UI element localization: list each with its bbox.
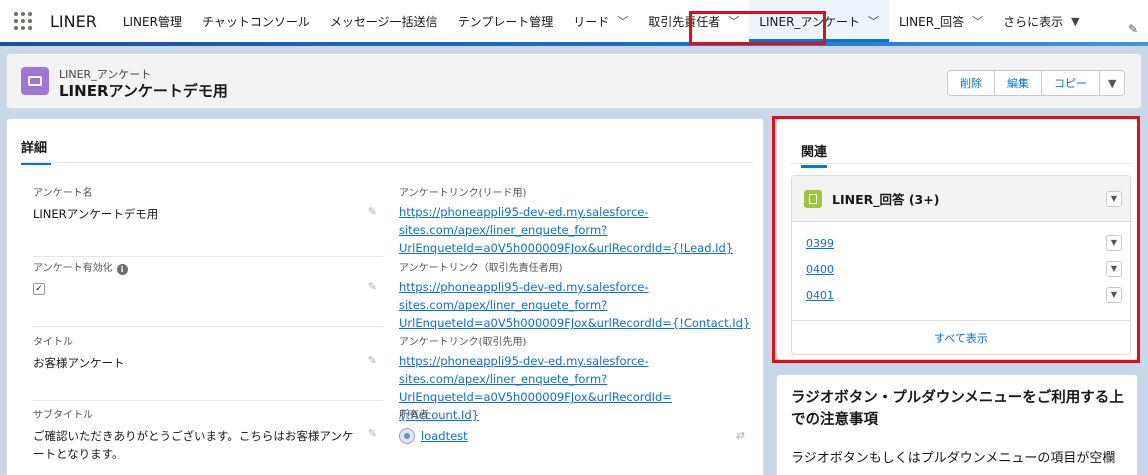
field-survey-name: アンケート名 LINERアンケートデモ用 ✎ [33, 187, 383, 257]
copy-button[interactable]: コピー [1042, 71, 1100, 95]
link-line: https://phoneappli95-dev-ed.my.salesforc… [399, 280, 649, 294]
delete-button[interactable]: 削除 [948, 71, 995, 95]
nav-item-label: テンプレート管理 [457, 14, 554, 29]
nav-item-liner-answer[interactable]: LINER_回答 ﹀ [889, 0, 993, 42]
link-line: sites.com/apex/liner_enquete_form? [399, 298, 608, 312]
link-line: sites.com/apex/liner_enquete_form? [399, 372, 608, 386]
link-line: UrlEnqueteId=a0V5h000009FJox&urlRecordId… [399, 241, 734, 255]
field-divider [33, 400, 383, 401]
record-actions: 削除 編集 コピー ▼ [947, 70, 1126, 96]
global-nav: LINER LINER管理 チャットコンソール メッセージ一括送信 テンプレート… [0, 0, 1148, 42]
edit-nav-pencil-icon[interactable]: ✎ [1128, 22, 1138, 36]
field-survey-enabled: アンケート有効化 i ✓ ✎ [33, 262, 383, 327]
app-launcher-icon[interactable] [14, 10, 36, 32]
tab-divider [21, 162, 753, 163]
nav-item-liner-admin[interactable]: LINER管理 [113, 0, 192, 42]
nav-item-label: LINER管理 [122, 14, 182, 29]
enabled-checkbox: ✓ [33, 283, 45, 295]
link-line: sites.com/apex/liner_enquete_form? [399, 223, 608, 237]
edit-button[interactable]: 編集 [995, 71, 1042, 95]
nav-item-label: さらに表示 [1003, 14, 1064, 29]
survey-link-contact[interactable]: https://phoneappli95-dev-ed.my.salesforc… [399, 278, 751, 332]
field-value: お客様アンケート [33, 356, 125, 370]
field-divider [33, 256, 383, 257]
nav-accent-bar [0, 42, 1148, 46]
edit-pencil-icon[interactable]: ✎ [368, 427, 377, 440]
field-value: ご確認いただきありがとうございます。こちらはお客様アンケートとなります。 [33, 429, 354, 461]
field-survey-link-contact: アンケートリンク（取引先責任者用) https://phoneappli95-d… [399, 262, 751, 332]
change-owner-icon[interactable]: ⇄ [736, 429, 745, 442]
record-header: LINER_アンケート LINERアンケートデモ用 削除 編集 コピー ▼ [6, 53, 1142, 109]
notice-body: ラジオボタンもしくはプルダウンメニューの項目が空欄 [791, 451, 1116, 466]
field-subtitle: サブタイトル ご確認いただきありがとうございます。こちらはお客様アンケートとなり… [33, 409, 383, 469]
field-divider [33, 326, 383, 327]
highlight-box-survey-tab [689, 11, 826, 45]
nav-item-label: メッセージ一括送信 [329, 14, 438, 29]
notice-card: ラジオボタン・プルダウンメニューをご利用する上での注意事項 ラジオボタンもしくは… [776, 374, 1138, 475]
field-value: LINERアンケートデモ用 [33, 207, 159, 221]
avatar [399, 428, 415, 444]
more-actions-caret-icon[interactable]: ▼ [1100, 71, 1124, 95]
nav-item-label: チャットコンソール [201, 14, 310, 29]
field-title: タイトル お客様アンケート ✎ [33, 336, 383, 401]
nav-item-more[interactable]: さらに表示 ▼ [993, 0, 1089, 42]
field-label: タイトル [33, 337, 73, 348]
link-line: https://phoneappli95-dev-ed.my.salesforc… [399, 354, 649, 368]
link-line: https://phoneappli95-dev-ed.my.salesforc… [399, 205, 649, 219]
record-title: LINERアンケートデモ用 [59, 82, 228, 100]
field-label: アンケートリンク(取引先用) [399, 337, 527, 348]
nav-item-label: リード [573, 14, 610, 29]
survey-link-lead[interactable]: https://phoneappli95-dev-ed.my.salesforc… [399, 203, 751, 257]
field-label-row: アンケート有効化 i [33, 262, 383, 275]
field-owner: 所有者 loadtest ⇄ [399, 409, 751, 469]
nav-item-template-admin[interactable]: テンプレート管理 [448, 0, 564, 42]
highlight-box-related [772, 116, 1140, 363]
field-label: サブタイトル [33, 410, 93, 421]
field-survey-link-lead: アンケートリンク(リード用) https://phoneappli95-dev-… [399, 187, 751, 257]
caret-down-icon[interactable]: ▼ [1071, 15, 1079, 28]
chevron-down-icon[interactable]: ﹀ [868, 13, 879, 29]
field-label: 所有者 [399, 410, 429, 421]
field-label: アンケートリンク(リード用) [399, 188, 527, 199]
chevron-down-icon[interactable]: ﹀ [617, 13, 628, 29]
chevron-down-icon[interactable]: ﹀ [972, 13, 983, 29]
field-label: アンケート有効化 [33, 263, 113, 274]
notice-title: ラジオボタン・プルダウンメニューをご利用する上での注意事項 [791, 390, 1124, 428]
edit-pencil-icon[interactable]: ✎ [368, 354, 377, 367]
tab-detail[interactable]: 詳細 [21, 137, 52, 165]
app-name: LINER [50, 11, 97, 31]
field-label: アンケートリンク（取引先責任者用) [399, 263, 563, 274]
edit-pencil-icon[interactable]: ✎ [368, 205, 377, 218]
field-label: アンケート名 [33, 188, 93, 199]
survey-object-icon [21, 67, 49, 95]
nav-item-label: LINER_回答 [898, 14, 965, 29]
owner-row: loadtest [399, 427, 751, 445]
nav-item-bulk-message[interactable]: メッセージ一括送信 [320, 0, 448, 42]
link-line: UrlEnqueteId=a0V5h000009FJox&urlRecordId… [399, 316, 751, 330]
info-icon[interactable]: i [116, 264, 128, 275]
owner-link[interactable]: loadtest [421, 427, 468, 445]
nav-item-chat-console[interactable]: チャットコンソール [192, 0, 320, 42]
detail-card: 詳細 アンケート名 LINERアンケートデモ用 ✎ アンケート有効化 i ✓ ✎ … [6, 118, 764, 475]
field-survey-link-account: アンケートリンク(取引先用) https://phoneappli95-dev-… [399, 336, 751, 422]
nav-item-leads[interactable]: リード ﹀ [563, 0, 638, 42]
edit-pencil-icon[interactable]: ✎ [368, 280, 377, 293]
